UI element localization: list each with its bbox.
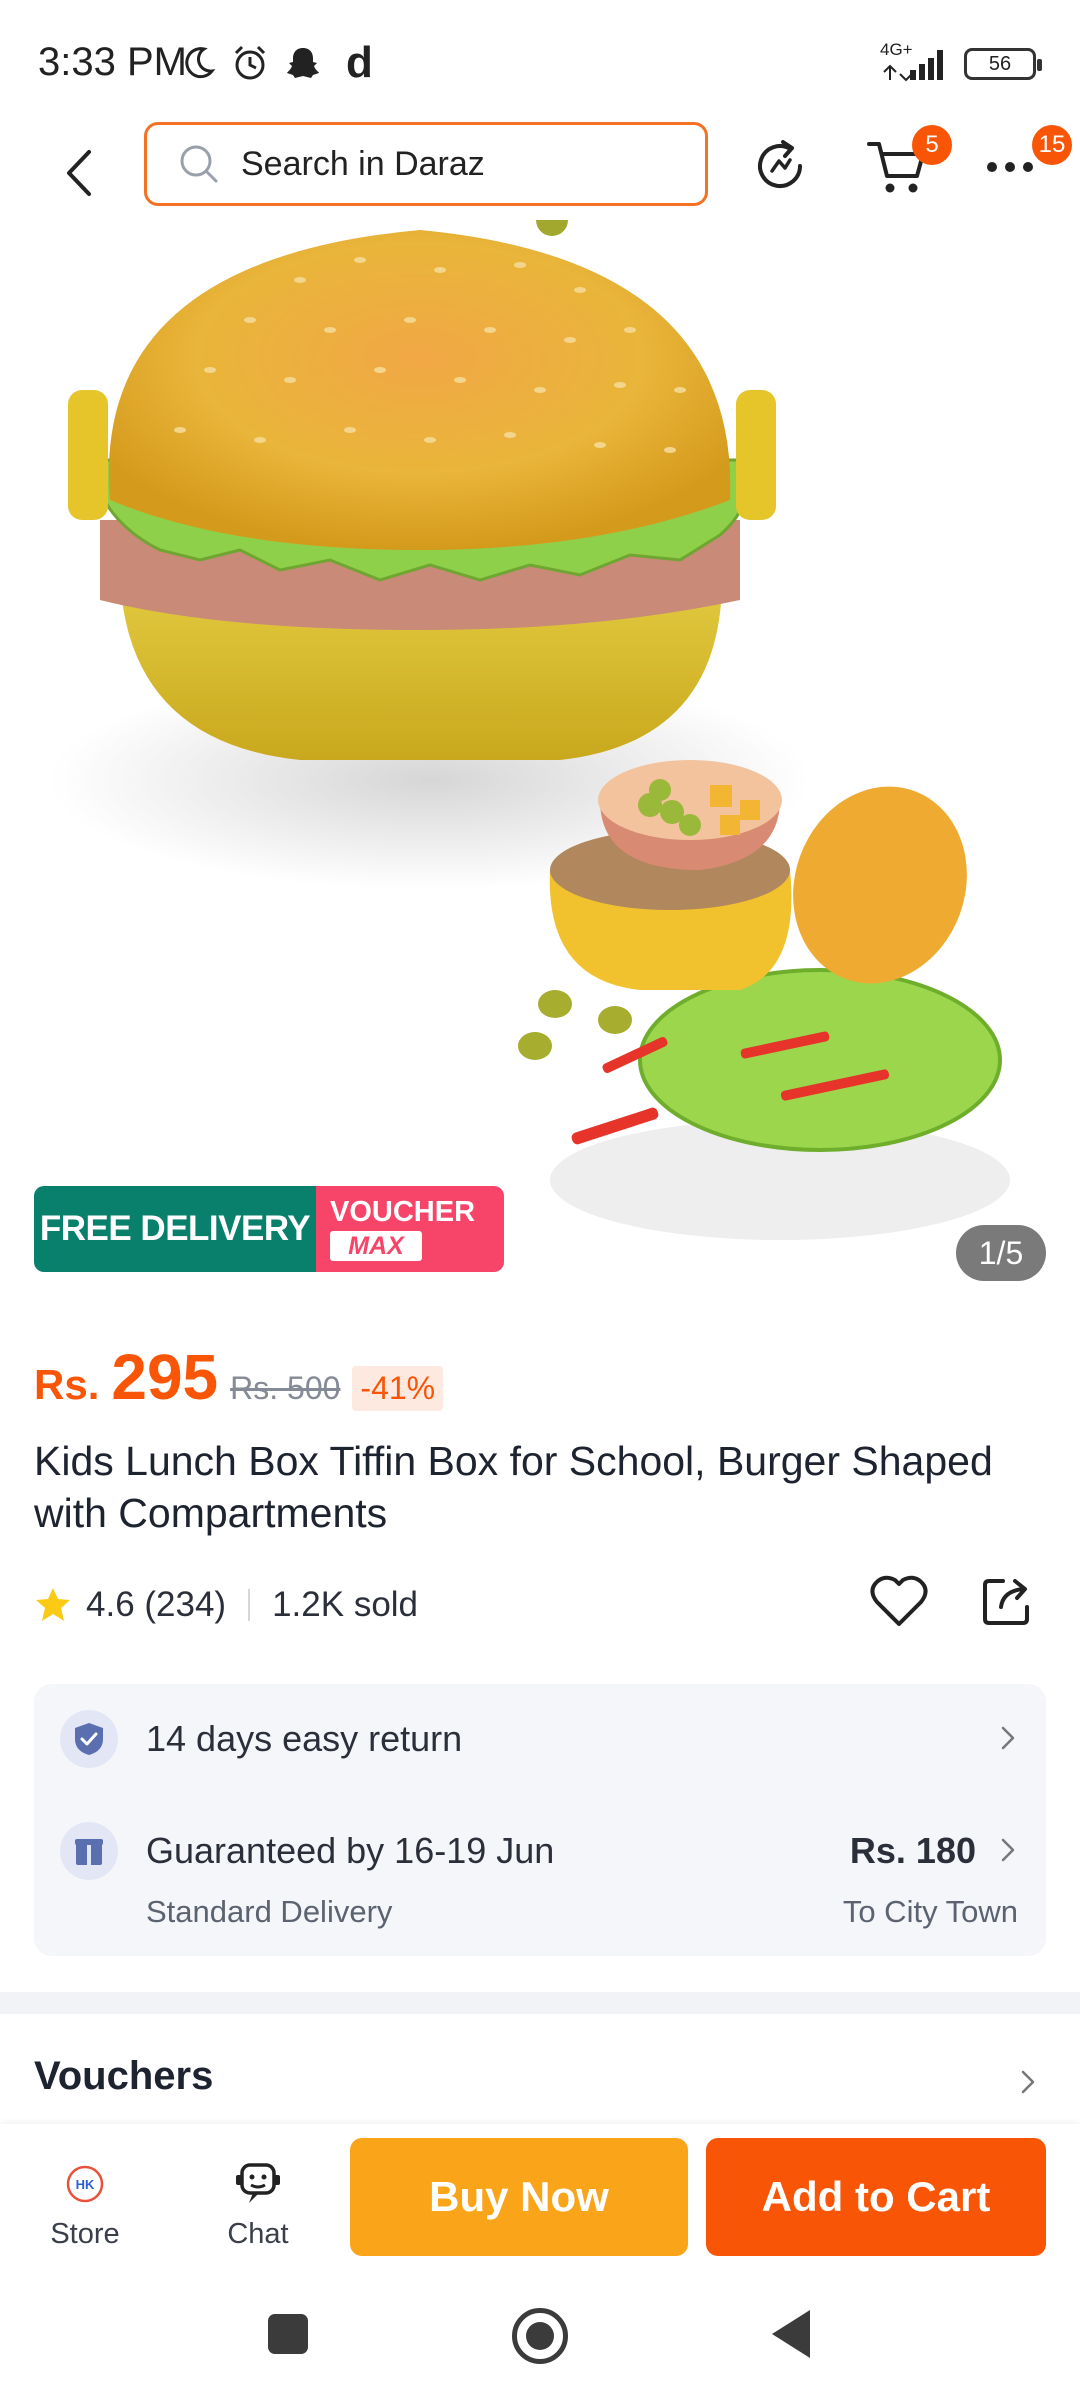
return-policy-text: 14 days easy return: [146, 1718, 463, 1759]
share-icon: [983, 1579, 1029, 1625]
price-currency: Rs.: [34, 1361, 100, 1408]
battery-level: 56: [988, 52, 1012, 75]
voucher-max-label: VOUCHER MAX: [316, 1186, 504, 1272]
store-logo-icon: HK: [30, 2158, 140, 2210]
status-notification-icons: d: [180, 38, 373, 88]
section-divider: [0, 1992, 1080, 2014]
chat-button[interactable]: Chat: [200, 2158, 316, 2268]
price-value: 295: [111, 1341, 219, 1413]
home-button[interactable]: [512, 2308, 568, 2364]
bottom-action-bar: HK Store Chat Buy Now Add to Cart: [0, 2124, 1080, 2284]
vouchers-title: Vouchers: [34, 2054, 214, 2098]
top-header: Search in Daraz 5 15: [0, 120, 1080, 230]
snapchat-icon: [287, 48, 319, 78]
search-icon: [180, 145, 218, 183]
voucher-max-text: MAX: [330, 1231, 422, 1261]
battery-icon: 56: [964, 48, 1042, 80]
delivery-row[interactable]: Guaranteed by 16-19 Jun Standard Deliver…: [34, 1794, 1046, 1956]
buy-now-button[interactable]: Buy Now: [350, 2138, 688, 2256]
rating-text: 4.6 (234): [86, 1585, 227, 1624]
chevron-right-icon: [996, 1722, 1020, 1754]
share-button[interactable]: [974, 1568, 1040, 1634]
vouchers-row[interactable]: Vouchers: [0, 2014, 1080, 2124]
divider: [248, 1589, 251, 1621]
recent-history-button[interactable]: [748, 130, 812, 202]
free-delivery-label: FREE DELIVERY: [34, 1186, 316, 1272]
status-bar: 3:33 PM d 4G+ 56: [0, 0, 1080, 120]
delivery-type: Standard Delivery: [146, 1894, 393, 1929]
signal-icon: 4G+: [880, 40, 950, 84]
system-nav-bar: [0, 2284, 1080, 2400]
alarm-icon: [234, 45, 266, 80]
wishlist-button[interactable]: [866, 1568, 932, 1634]
service-card: 14 days easy return Guaranteed by 16-19 …: [34, 1684, 1046, 1956]
voucher-text: VOUCHER: [330, 1196, 476, 1228]
back-button[interactable]: [48, 138, 108, 208]
more-menu-button[interactable]: [980, 142, 1040, 192]
more-count-badge: 15: [1032, 125, 1072, 165]
recents-button[interactable]: [268, 2314, 308, 2354]
chevron-left-icon: [67, 150, 91, 196]
product-image-gallery[interactable]: [0, 220, 1080, 1280]
cart-count-badge: 5: [912, 125, 952, 165]
delivery-price: Rs. 180: [849, 1830, 976, 1871]
heart-icon: [870, 1575, 928, 1626]
moon-icon: [185, 47, 216, 79]
delivery-guarantee-text: Guaranteed by 16-19 Jun: [146, 1830, 555, 1871]
discount-badge: -41%: [352, 1366, 444, 1411]
chat-icon: [200, 2158, 316, 2210]
sold-count: 1.2K sold: [272, 1585, 419, 1624]
status-system-icons: 4G+ 56: [880, 40, 1042, 84]
network-type: 4G+: [880, 40, 913, 59]
price-row: Rs. 295 Rs. 500 -41%: [34, 1340, 444, 1420]
add-to-cart-button[interactable]: Add to Cart: [706, 2138, 1046, 2256]
system-back-button[interactable]: [772, 2310, 810, 2358]
delivery-location: To City Town: [842, 1894, 1018, 1929]
store-label: Store: [50, 2218, 120, 2250]
product-title: Kids Lunch Box Tiffin Box for School, Bu…: [34, 1438, 993, 1536]
search-placeholder: Search in Daraz: [241, 144, 485, 183]
rating-row[interactable]: 4.6 (234) 1.2K sold: [34, 1575, 418, 1635]
chevron-right-icon: [996, 1834, 1020, 1866]
daraz-notification-icon: d: [346, 38, 373, 87]
product-photo: [50, 220, 1010, 1240]
return-shield-icon: [60, 1710, 118, 1768]
image-counter: 1/5: [956, 1225, 1046, 1281]
more-icon: [987, 162, 1033, 172]
chevron-right-icon: [1016, 2066, 1040, 2098]
store-logo-text: HK: [76, 2177, 95, 2192]
original-price: Rs. 500: [230, 1370, 341, 1406]
star-icon: [36, 1588, 70, 1621]
return-policy-row[interactable]: 14 days easy return: [34, 1684, 1046, 1794]
delivery-box-icon: [60, 1822, 118, 1880]
chat-label: Chat: [227, 2218, 289, 2250]
promo-banner[interactable]: FREE DELIVERY VOUCHER MAX: [34, 1186, 504, 1272]
search-input[interactable]: Search in Daraz: [144, 122, 708, 206]
history-icon: [758, 140, 802, 188]
product-detail-page: 3:33 PM d 4G+ 56 Search in Daraz 5 15 FR…: [0, 0, 1080, 2400]
store-button[interactable]: HK Store: [30, 2158, 140, 2268]
status-time: 3:33 PM: [38, 40, 187, 84]
